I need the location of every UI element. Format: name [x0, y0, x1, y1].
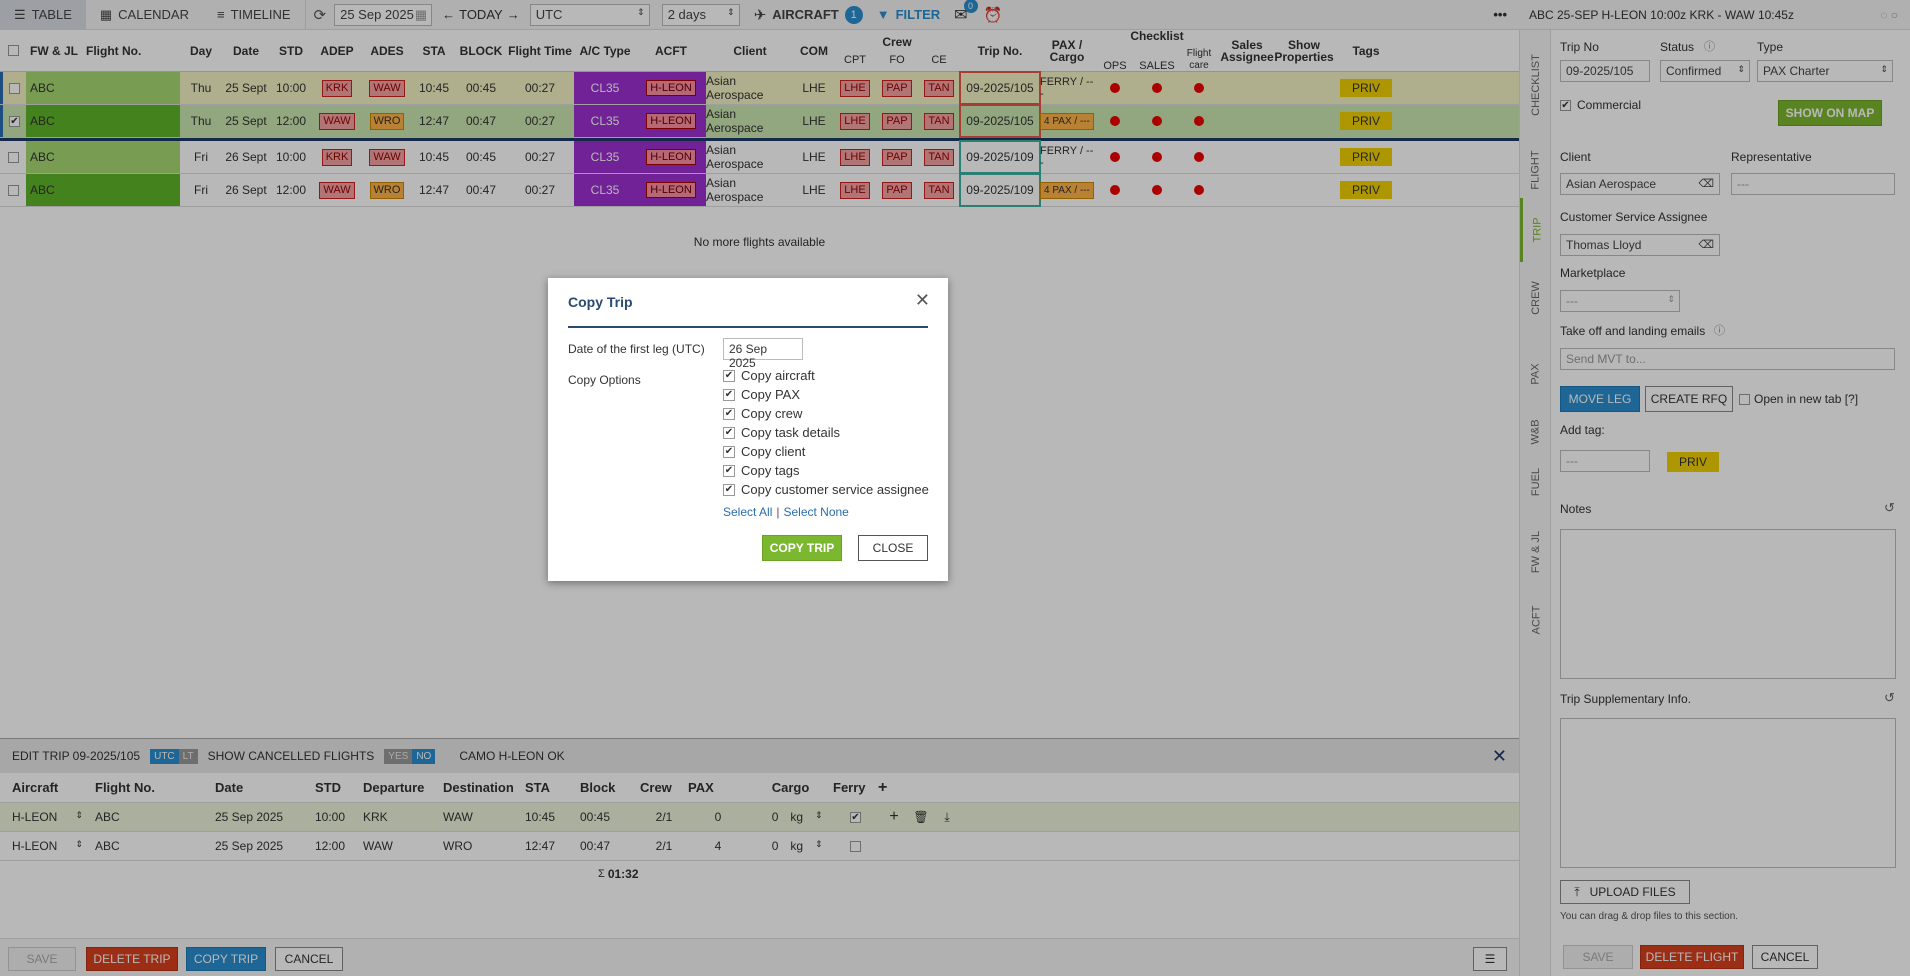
copy-trip-confirm-button[interactable]: COPY TRIP	[762, 535, 842, 561]
copy-trip-modal: Copy Trip ✕ Date of the first leg (UTC) …	[548, 278, 948, 581]
copy-aircraft-checkbox[interactable]: ✔ Copy aircraft	[723, 368, 815, 383]
first-leg-date-label: Date of the first leg (UTC)	[568, 342, 705, 356]
first-leg-date-input[interactable]: 26 Sep 2025	[723, 338, 803, 370]
copy-task-details-checkbox[interactable]: ✔ Copy task details	[723, 425, 840, 440]
link-separator: |	[776, 505, 780, 519]
copy-csa-checkbox[interactable]: ✔ Copy customer service assignee	[723, 482, 929, 497]
copy-tags-checkbox[interactable]: ✔ Copy tags	[723, 463, 800, 478]
copy-client-checkbox[interactable]: ✔ Copy client	[723, 444, 805, 459]
copy-crew-checkbox[interactable]: ✔ Copy crew	[723, 406, 802, 421]
select-all-link[interactable]: Select All	[723, 505, 772, 519]
modal-title: Copy Trip	[568, 294, 633, 310]
modal-backdrop[interactable]	[0, 0, 1910, 976]
modal-divider	[568, 326, 928, 328]
copy-pax-checkbox[interactable]: ✔ Copy PAX	[723, 387, 800, 402]
select-none-link[interactable]: Select None	[783, 505, 848, 519]
copy-options-label: Copy Options	[568, 373, 641, 387]
close-icon[interactable]: ✕	[915, 290, 930, 311]
select-links: Select All | Select None	[723, 505, 849, 519]
modal-close-button[interactable]: CLOSE	[858, 535, 928, 561]
